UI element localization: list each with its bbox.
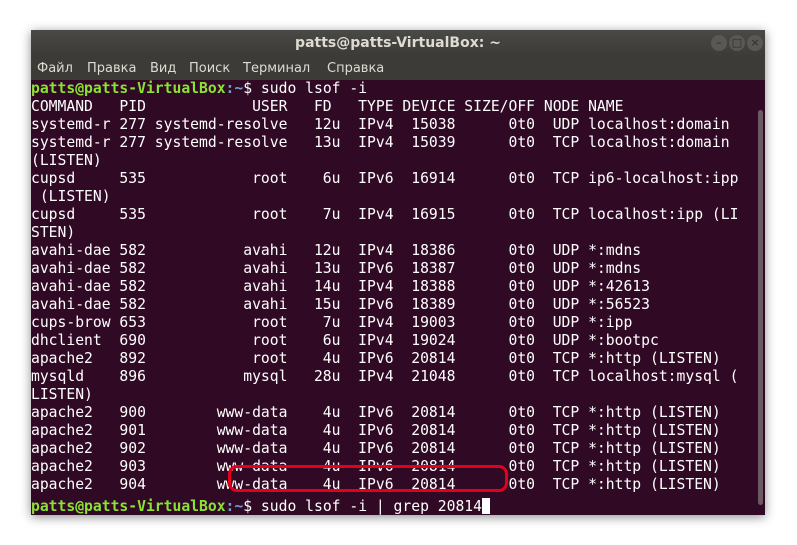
command-highlight — [228, 465, 508, 492]
menu-bar: Файл Правка Вид Поиск Терминал Справка — [31, 58, 765, 80]
prompt-line: patts@patts-VirtualBox:~$ sudo lsof -i — [31, 80, 367, 98]
terminal-output[interactable]: patts@patts-VirtualBox:~$ sudo lsof -i C… — [31, 80, 765, 515]
prompt-path: :~ — [225, 498, 244, 515]
title-bar[interactable]: patts@patts-VirtualBox: ~ – □ × — [31, 30, 765, 58]
text-cursor — [482, 498, 490, 514]
output-line: avahi-dae 582 avahi 13u IPv6 18387 0t0 U… — [31, 260, 642, 277]
output-line: mysqld 896 mysql 28u IPv4 21048 0t0 TCP … — [31, 368, 739, 385]
output-line: cupsd 535 root 6u IPv6 16914 0t0 TCP ip6… — [31, 170, 739, 187]
output-line: (LISTEN) — [31, 188, 111, 205]
output-line: STEN) — [31, 224, 76, 241]
menu-view[interactable]: Вид — [150, 61, 176, 76]
output-line: cupsd 535 root 7u IPv4 16915 0t0 TCP loc… — [31, 206, 739, 223]
window-title: patts@patts-VirtualBox: ~ — [295, 35, 501, 51]
maximize-icon[interactable]: □ — [729, 35, 745, 51]
output-line: systemd-r 277 systemd-resolve 12u IPv4 1… — [31, 116, 730, 133]
output-line: (LISTEN) — [31, 152, 102, 169]
output-line: apache2 892 root 4u IPv6 20814 0t0 TCP *… — [31, 350, 721, 367]
output-line: COMMAND PID USER FD TYPE DEVICE SIZE/OFF… — [31, 98, 624, 115]
prompt-user: patts@patts-VirtualBox — [31, 80, 226, 97]
output-line: systemd-r 277 systemd-resolve 13u IPv4 1… — [31, 134, 730, 151]
output-line: cups-brow 653 root 7u IPv4 19003 0t0 UDP… — [31, 314, 633, 331]
scrollbar[interactable] — [758, 110, 763, 505]
output-line: avahi-dae 582 avahi 12u IPv4 18386 0t0 U… — [31, 242, 642, 259]
prompt-user: patts@patts-VirtualBox — [31, 498, 226, 515]
prompt-path: :~ — [225, 80, 244, 97]
terminal-window: patts@patts-VirtualBox: ~ – □ × Файл Пра… — [31, 30, 765, 515]
menu-edit[interactable]: Правка — [87, 61, 136, 76]
menu-file[interactable]: Файл — [37, 61, 73, 76]
output-line: apache2 900 www-data 4u IPv6 20814 0t0 T… — [31, 404, 721, 421]
output-line: LISTEN) — [31, 386, 93, 403]
output-line: dhclient 690 root 6u IPv4 19024 0t0 UDP … — [31, 332, 659, 349]
output-line: avahi-dae 582 avahi 15u IPv6 18389 0t0 U… — [31, 296, 650, 313]
prompt-line: patts@patts-VirtualBox:~$ sudo lsof -i |… — [31, 498, 490, 515]
output-line: apache2 902 www-data 4u IPv6 20814 0t0 T… — [31, 440, 721, 457]
prompt-symbol: $ — [243, 80, 261, 97]
minimize-icon[interactable]: – — [711, 35, 727, 51]
prompt-symbol: $ — [243, 498, 261, 515]
close-icon[interactable]: × — [747, 35, 763, 51]
menu-help[interactable]: Справка — [327, 61, 384, 76]
command-text: sudo lsof -i | grep 20814 — [260, 498, 482, 515]
output-line: apache2 901 www-data 4u IPv6 20814 0t0 T… — [31, 422, 721, 439]
menu-terminal[interactable]: Терминал — [243, 61, 310, 76]
menu-search[interactable]: Поиск — [189, 61, 230, 76]
output-line: avahi-dae 582 avahi 14u IPv4 18388 0t0 U… — [31, 278, 650, 295]
command-text: sudo lsof -i — [260, 80, 368, 97]
